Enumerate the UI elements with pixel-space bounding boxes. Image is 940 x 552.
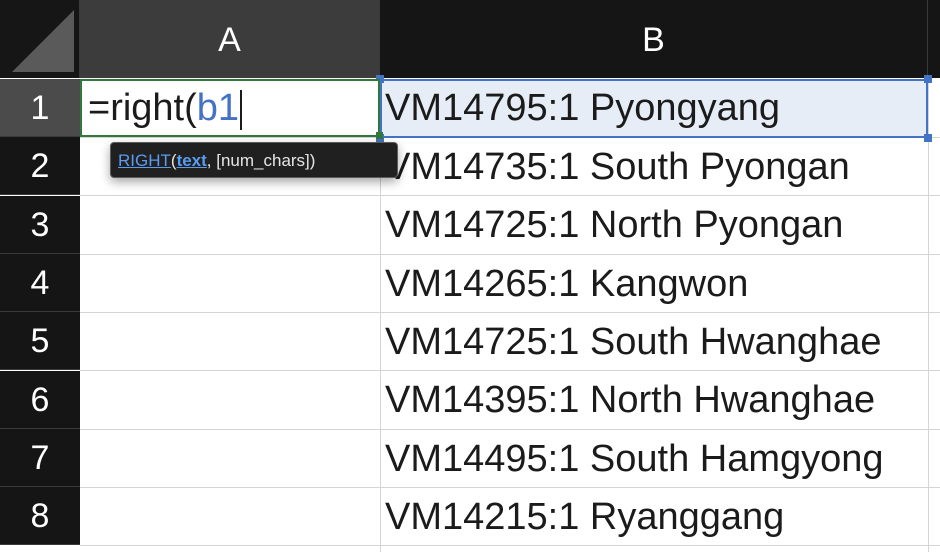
row-header-4[interactable]: 4 bbox=[0, 254, 80, 312]
row-header-8[interactable]: 8 bbox=[0, 487, 80, 545]
current-argument-link[interactable]: text bbox=[177, 151, 207, 170]
cell-b5[interactable]: VM14725:1 South Hwanghae bbox=[385, 313, 881, 371]
row-header-2[interactable]: 2 bbox=[0, 137, 80, 195]
select-all-corner[interactable] bbox=[0, 0, 80, 78]
row-header-1[interactable]: 1 bbox=[0, 79, 80, 137]
cell-b8[interactable]: VM14215:1 Ryanggang bbox=[385, 488, 784, 546]
grid-line bbox=[928, 78, 929, 552]
cell-b2[interactable]: VM14735:1 South Pyongan bbox=[385, 138, 850, 196]
column-header-a[interactable]: A bbox=[80, 0, 380, 78]
cell-b7[interactable]: VM14495:1 South Hamgyong bbox=[385, 430, 884, 488]
cell-b3[interactable]: VM14725:1 North Pyongan bbox=[385, 196, 843, 254]
text-caret bbox=[240, 89, 243, 130]
tooltip-rest-args: , [num_chars]) bbox=[206, 151, 316, 170]
function-hint-tooltip: RIGHT(text, [num_chars]) bbox=[110, 142, 398, 178]
function-name-link[interactable]: RIGHT bbox=[118, 151, 171, 170]
cell-b1[interactable]: VM14795:1 Pyongyang bbox=[385, 79, 780, 137]
column-header-b[interactable]: B bbox=[380, 0, 928, 78]
row-header-5[interactable]: 5 bbox=[0, 312, 80, 370]
cell-a1-formula-editor[interactable]: =right(b1 bbox=[88, 79, 243, 137]
select-all-triangle-icon bbox=[12, 10, 74, 72]
formula-cell-reference: b1 bbox=[196, 87, 240, 129]
spreadsheet-grid: A B 1 2 3 4 5 6 7 8 VM14795:1 Pyongyang … bbox=[0, 0, 940, 552]
cell-b4[interactable]: VM14265:1 Kangwon bbox=[385, 255, 748, 313]
row-header-6[interactable]: 6 bbox=[0, 371, 80, 429]
reference-handle[interactable] bbox=[924, 75, 932, 83]
cell-b6[interactable]: VM14395:1 North Hwanghae bbox=[385, 371, 875, 429]
formula-text: =right( bbox=[88, 87, 197, 129]
column-header-overflow bbox=[928, 0, 940, 78]
fill-handle[interactable] bbox=[376, 132, 383, 139]
reference-handle[interactable] bbox=[924, 134, 932, 142]
row-header-3[interactable]: 3 bbox=[0, 196, 80, 254]
row-header-7[interactable]: 7 bbox=[0, 429, 80, 487]
